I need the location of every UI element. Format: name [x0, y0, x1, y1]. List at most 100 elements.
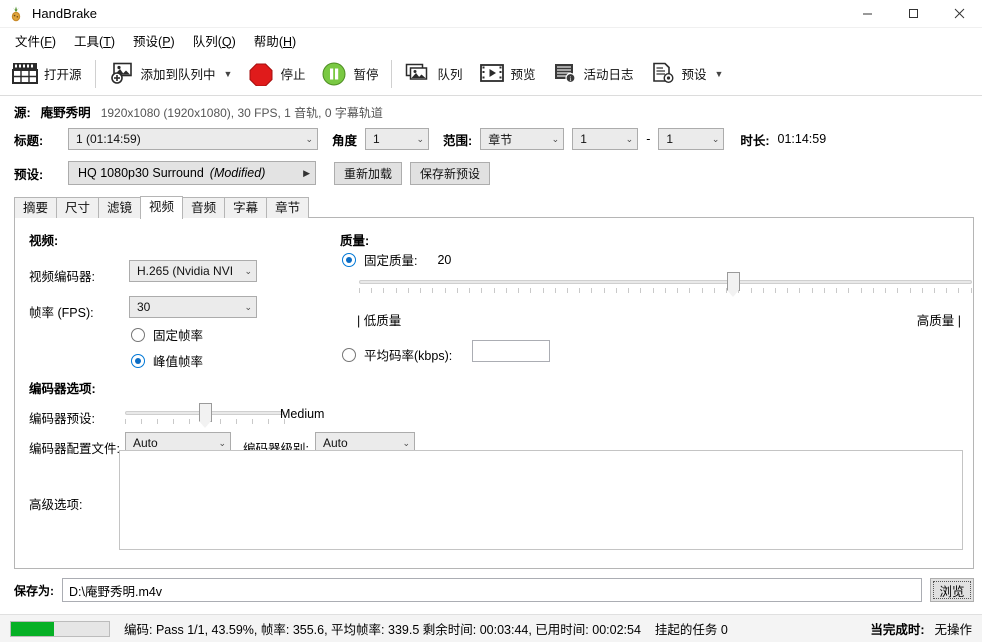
film-clapper-icon — [12, 62, 38, 86]
menu-help[interactable]: 帮助(H) — [245, 28, 305, 53]
avg-bitrate-radio-row[interactable]: 平均码率(kbps): — [342, 345, 452, 364]
activity-log-label: 活动日志 — [583, 68, 634, 82]
avg-bitrate-input[interactable] — [472, 340, 550, 362]
minimize-button[interactable] — [844, 0, 890, 28]
quality-slider-thumb[interactable] — [726, 272, 740, 297]
pause-button[interactable]: 暂停 — [313, 55, 386, 93]
tab-video-label: 视频 — [149, 200, 175, 214]
chevron-down-icon-framerate: ⌄ — [244, 301, 252, 312]
range-to-value: 1 — [666, 132, 674, 146]
toolbar-separator — [94, 59, 96, 88]
peak-framerate-radio-row[interactable]: 峰值帧率 — [131, 351, 203, 370]
source-row: 源: 庵野秀明 1920x1080 (1920x1080), 30 FPS, 1… — [0, 96, 982, 125]
menu-tools-accel: T — [103, 34, 111, 49]
chevron-down-icon[interactable]: ▼ — [224, 69, 233, 79]
menu-bar: 文件(F) 工具(T) 预设(P) 队列(Q) 帮助(H) — [0, 28, 982, 52]
browse-button[interactable]: 浏览 — [930, 578, 974, 602]
pending-jobs-label: 挂起的任务 0 — [654, 623, 728, 637]
source-label: 源: — [14, 106, 31, 120]
preview-label: 预览 — [510, 68, 536, 82]
constant-quality-radio-row[interactable]: 固定质量: 20 — [342, 250, 451, 269]
queue-stack-icon — [405, 62, 431, 86]
menu-queue-label: 队列 — [192, 34, 218, 49]
stop-button[interactable]: 停止 — [240, 55, 313, 93]
menu-presets[interactable]: 预设(P) — [124, 28, 184, 53]
chevron-down-icon-profile: ⌄ — [218, 437, 226, 448]
maximize-button[interactable] — [890, 0, 936, 28]
handbrake-pineapple-icon — [8, 6, 24, 22]
title-label: 标题: — [14, 133, 44, 148]
preview-button[interactable]: 预览 — [471, 55, 544, 93]
save-as-label: 保存为: — [14, 583, 54, 598]
menu-presets-accel: P — [162, 34, 171, 49]
tab-summary[interactable]: 摘要 — [14, 197, 58, 218]
peak-framerate-radio[interactable] — [131, 353, 145, 368]
advanced-options-label: 高级选项: — [29, 498, 83, 512]
framerate-select[interactable]: 30 ⌄ — [129, 296, 257, 318]
activity-log-button[interactable]: i 活动日志 — [544, 55, 642, 93]
constant-framerate-radio-row[interactable]: 固定帧率 — [131, 325, 203, 344]
pause-label: 暂停 — [353, 68, 379, 82]
tab-dimensions[interactable]: 尺寸 — [56, 197, 100, 218]
menu-queue[interactable]: 队列(Q) — [184, 28, 245, 53]
angle-select[interactable]: 1 ⌄ — [365, 128, 430, 150]
constant-quality-radio[interactable] — [342, 252, 356, 267]
video-encoder-label: 视频编码器: — [29, 270, 95, 284]
add-to-queue-label: 添加到队列中 — [140, 68, 216, 82]
video-section-title: 视频: — [29, 234, 59, 248]
video-encoder-select[interactable]: H.265 (Nvidia NVI ⌄ — [129, 260, 257, 282]
source-name: 庵野秀明 — [40, 106, 91, 120]
when-done-group: 当完成时: 无操作 — [870, 619, 972, 638]
menu-tools[interactable]: 工具(T) — [65, 28, 124, 53]
angle-label: 角度 — [332, 133, 358, 148]
close-button[interactable] — [936, 0, 982, 28]
quality-section-title: 质量: — [340, 234, 370, 248]
pause-circle-icon — [321, 62, 347, 86]
range-from-select[interactable]: 1 ⌄ — [572, 128, 639, 150]
title-select[interactable]: 1 (01:14:59) ⌄ — [68, 128, 318, 150]
open-source-button[interactable]: 打开源 — [4, 55, 90, 93]
tab-video[interactable]: 视频 — [140, 196, 184, 219]
constant-framerate-label: 固定帧率 — [153, 329, 204, 343]
advanced-options-input[interactable] — [119, 450, 963, 550]
preset-select[interactable]: HQ 1080p30 Surround (Modified) ▶ — [68, 161, 316, 185]
tab-audio[interactable]: 音频 — [182, 197, 226, 218]
chevron-right-icon-preset: ▶ — [303, 167, 310, 178]
open-source-label: 打开源 — [44, 68, 82, 82]
chevron-down-icon-encoder: ⌄ — [244, 265, 252, 276]
range-to-select[interactable]: 1 ⌄ — [658, 128, 725, 150]
framerate-label: 帧率 (FPS): — [29, 306, 94, 320]
chevron-down-icon-title: ⌄ — [305, 133, 313, 144]
encoder-level-value: Auto — [323, 436, 348, 450]
queue-button[interactable]: 队列 — [397, 55, 470, 93]
destination-path-input[interactable]: D:\庵野秀明.m4v — [62, 578, 922, 602]
menu-file[interactable]: 文件(F) — [6, 28, 65, 53]
stop-octagon-icon — [248, 62, 274, 86]
tab-chapters[interactable]: 章节 — [266, 197, 310, 218]
preset-value: HQ 1080p30 Surround — [78, 166, 204, 180]
avg-bitrate-label: 平均码率(kbps): — [364, 349, 453, 363]
tab-summary-label: 摘要 — [23, 201, 49, 215]
save-new-preset-button[interactable]: 保存新预设 — [410, 161, 491, 185]
window-controls — [844, 0, 982, 28]
range-type-select[interactable]: 章节 ⌄ — [480, 128, 565, 150]
tab-filters[interactable]: 滤镜 — [98, 197, 142, 218]
constant-framerate-radio[interactable] — [131, 327, 145, 342]
tab-chapters-label: 章节 — [275, 201, 301, 215]
title-select-value: 1 (01:14:59) — [76, 132, 141, 146]
quality-slider-ticks — [359, 288, 972, 293]
add-to-queue-button[interactable]: 添加到队列中 ▼ — [101, 55, 241, 93]
duration-value: 01:14:59 — [777, 132, 827, 146]
main-toolbar: 打开源 添加到队列中 ▼ 停止 暂停 队列 预览 i 活动日志 预设 ▼ — [0, 52, 982, 96]
tab-subtitles[interactable]: 字幕 — [224, 197, 268, 218]
when-done-value[interactable]: 无操作 — [934, 619, 972, 638]
reload-preset-button[interactable]: 重新加载 — [334, 161, 403, 185]
chevron-down-icon-presets[interactable]: ▼ — [715, 69, 724, 79]
encoder-preset-thumb[interactable] — [199, 403, 212, 428]
avg-bitrate-radio[interactable] — [342, 347, 356, 362]
activity-log-icon: i — [552, 62, 578, 86]
destination-row: 保存为: D:\庵野秀明.m4v 浏览 — [0, 570, 982, 608]
add-to-queue-icon — [109, 62, 135, 86]
presets-button[interactable]: 预设 ▼ — [642, 55, 732, 93]
title-range-row: 标题: 1 (01:14:59) ⌄ 角度 1 ⌄ 范围: 章节 ⌄ 1 ⌄ -… — [0, 125, 982, 153]
